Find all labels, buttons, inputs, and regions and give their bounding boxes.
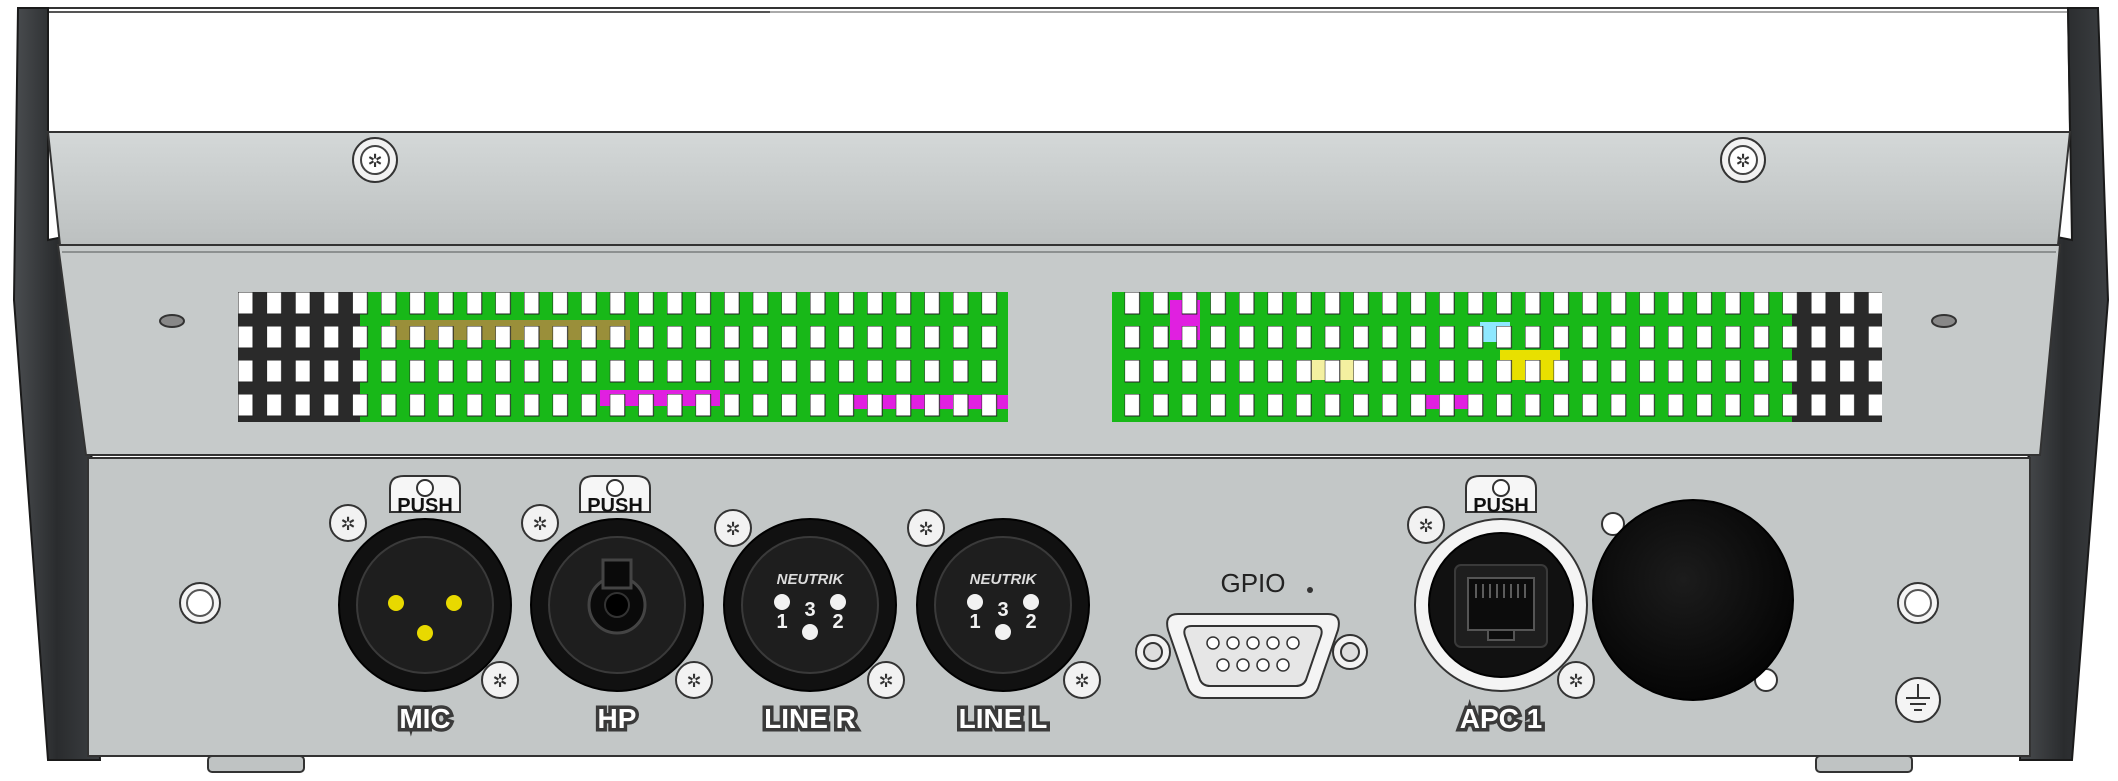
hp-push-tab: PUSH [587, 495, 643, 517]
pin-icon [388, 595, 404, 611]
vent-grille-left [238, 292, 1008, 422]
screw-icon: ✲ [867, 661, 905, 699]
pin-icon [774, 594, 790, 610]
apc1-push-tab: PUSH [1473, 495, 1529, 517]
foot-right [1815, 755, 1913, 773]
screw-icon: ✲ [329, 504, 367, 542]
pin-label: 1 [969, 611, 980, 633]
panel-hole-left [179, 582, 221, 624]
screw-icon: ✲ [907, 509, 945, 547]
gpio-label: GPIO [1220, 568, 1285, 598]
device-rear-panel-illustration: ✲ ✲ ✲ ✲ PUSH MIC ✲ ✲ PUSH HP ✲ ✲ NEUTRIK… [12, 7, 2110, 773]
screw-icon [1135, 634, 1171, 670]
pin-icon [1023, 594, 1039, 610]
pin-label: 2 [1025, 611, 1036, 633]
pin-icon [802, 624, 818, 640]
screw-icon: ✲ [1557, 661, 1595, 699]
svg-text:✲: ✲ [1418, 516, 1433, 536]
vent-hole-left [159, 314, 185, 328]
svg-text:✲: ✲ [367, 151, 382, 171]
vent-hole-right [1931, 314, 1957, 328]
svg-text:✲: ✲ [492, 671, 507, 691]
apc1-label: APC 1 [1460, 703, 1542, 734]
line-l-label: LINE L [959, 703, 1048, 734]
svg-text:✲: ✲ [686, 671, 701, 691]
hp-label: HP [598, 703, 637, 734]
pin-icon [830, 594, 846, 610]
top-cover [47, 7, 2072, 133]
screw-icon: ✲ [714, 509, 752, 547]
panel-hole-right [1897, 582, 1939, 624]
svg-text:✲: ✲ [918, 519, 933, 539]
pin-icon [446, 595, 462, 611]
line-r-brand: NEUTRIK [777, 571, 845, 588]
ground-icon [1895, 677, 1941, 723]
line-l-brand: NEUTRIK [970, 571, 1038, 588]
pin-icon [995, 624, 1011, 640]
mic-push-tab: PUSH [397, 495, 453, 517]
vent-grille-right [1112, 292, 1882, 422]
pin-icon [967, 594, 983, 610]
foot-left [207, 755, 305, 773]
screw-top-left: ✲ [352, 137, 398, 183]
pin-icon [417, 625, 433, 641]
screw-top-right: ✲ [1720, 137, 1766, 183]
screw-icon: ✲ [481, 661, 519, 699]
svg-text:✲: ✲ [1074, 671, 1089, 691]
screw-icon: ✲ [1407, 506, 1445, 544]
svg-text:✲: ✲ [1568, 671, 1583, 691]
pin-label: 2 [832, 611, 843, 633]
svg-text:✲: ✲ [340, 514, 355, 534]
svg-text:✲: ✲ [725, 519, 740, 539]
svg-text:✲: ✲ [1735, 151, 1750, 171]
pin-label: 1 [776, 611, 787, 633]
line-r-label: LINE R [764, 703, 856, 734]
blank-cover-plate [1592, 499, 1794, 701]
screw-icon: ✲ [675, 661, 713, 699]
svg-text:✲: ✲ [878, 671, 893, 691]
screw-icon: ✲ [1063, 661, 1101, 699]
svg-text:✲: ✲ [532, 514, 547, 534]
pin-label: 3 [804, 599, 815, 621]
pin-label: 3 [997, 599, 1008, 621]
upper-chassis [46, 131, 2072, 246]
mic-label: MIC [399, 703, 450, 734]
screw-icon [1332, 634, 1368, 670]
screw-icon: ✲ [521, 504, 559, 542]
